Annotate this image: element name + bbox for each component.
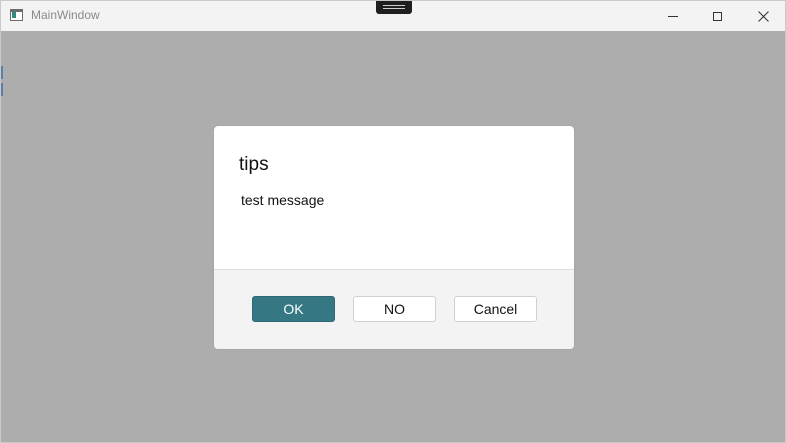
main-window: MainWindow messageInfo tips test message… <box>0 0 786 443</box>
dialog-button-bar: OK NO Cancel <box>214 269 574 349</box>
title-bar[interactable]: MainWindow <box>1 1 785 31</box>
close-icon <box>757 10 769 22</box>
no-button[interactable]: NO <box>353 296 436 322</box>
underlying-control-edge <box>1 66 3 79</box>
dialog-message: test message <box>241 192 325 208</box>
cancel-button[interactable]: Cancel <box>454 296 537 322</box>
minimize-icon <box>668 15 678 17</box>
minimize-button[interactable] <box>651 1 695 31</box>
app-window-icon <box>10 9 23 21</box>
dialog-title: tips <box>239 154 269 175</box>
ok-button[interactable]: OK <box>252 296 335 322</box>
maximize-button[interactable] <box>695 1 739 31</box>
snap-layout-handle[interactable] <box>376 1 412 14</box>
message-dialog: tips test message OK NO Cancel <box>214 126 574 349</box>
close-button[interactable] <box>741 1 785 31</box>
window-title: MainWindow <box>31 8 100 22</box>
underlying-control-edge <box>1 83 3 96</box>
maximize-icon <box>712 11 722 21</box>
